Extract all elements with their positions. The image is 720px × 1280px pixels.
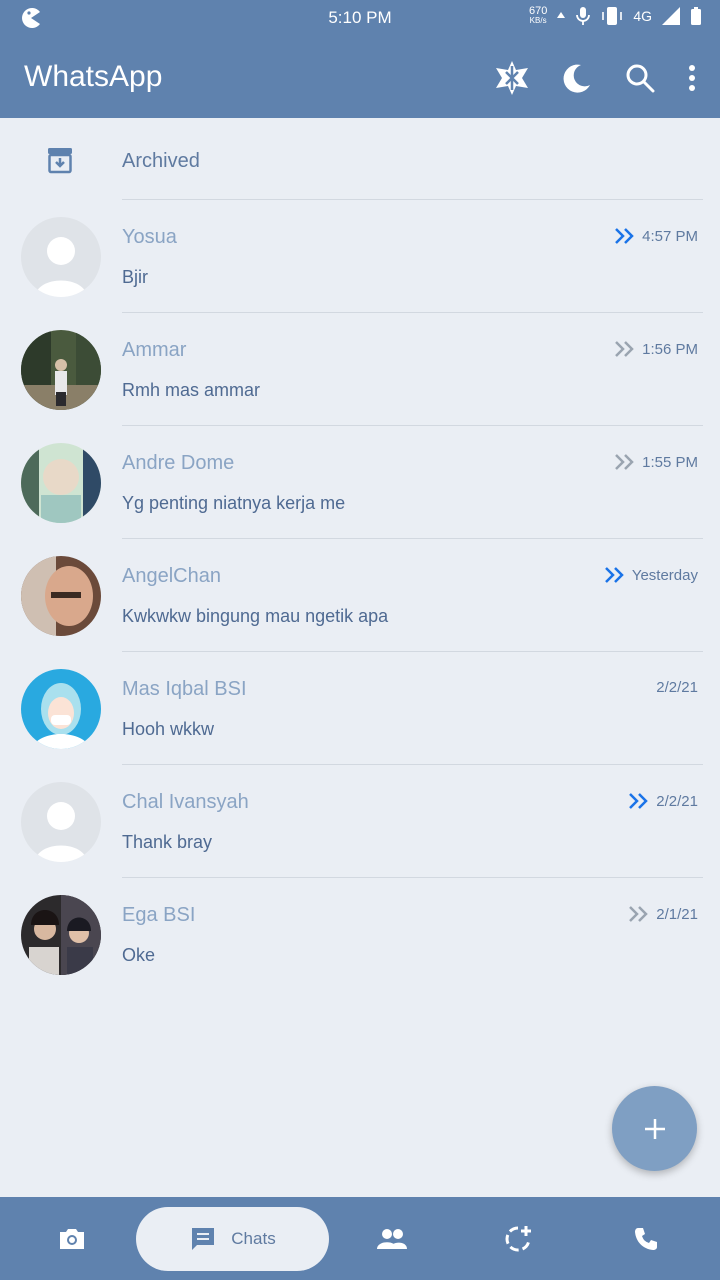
search-icon[interactable]: [618, 56, 662, 100]
avatar[interactable]: [21, 443, 101, 523]
delivered-tick-icon: [629, 906, 649, 922]
net-speed: 670 KB/s: [529, 6, 547, 26]
chat-message: Thank bray: [122, 832, 213, 852]
chat-time: 1:55 PM: [642, 453, 698, 471]
chat-meta: 1:55 PM: [614, 453, 698, 471]
chat-row[interactable]: AngelChan Yesterday Kwkwkw bingung mau n…: [0, 539, 720, 652]
chat-meta: 1:56 PM: [614, 340, 698, 358]
nav-chats-label: Chats: [231, 1229, 276, 1248]
microphone-icon: [576, 7, 591, 25]
avatar[interactable]: [21, 556, 101, 636]
status-add-icon: [505, 1225, 531, 1251]
chat-time: Yesterday: [631, 566, 698, 584]
chat-row[interactable]: Ammar 1:56 PM Rmh mas ammar: [0, 313, 720, 426]
app-bar: 5:10 PM 670 KB/s 4G WhatsApp: [0, 0, 720, 118]
chat-name: Chal Ivansyah: [122, 791, 249, 813]
chat-name: Mas Iqbal BSI: [122, 678, 247, 700]
phone-icon: [635, 1227, 657, 1250]
chat-meta: 4:57 PM: [614, 227, 698, 245]
status-bar: 5:10 PM 670 KB/s 4G: [0, 0, 720, 36]
avatar[interactable]: [21, 330, 101, 410]
chat-time: 2/2/21: [656, 679, 698, 696]
upload-arrow-icon: [557, 12, 566, 18]
chat-time: 1:56 PM: [642, 340, 698, 358]
bottom-nav: Chats: [0, 1197, 720, 1280]
plus-icon: [644, 1118, 665, 1139]
camera-icon: [60, 1228, 84, 1249]
chat-row[interactable]: Andre Dome 1:55 PM Yg penting niatnya ke…: [0, 426, 720, 539]
net-speed-unit: KB/s: [529, 16, 547, 25]
read-tick-icon: [629, 793, 649, 809]
chat-message: Bjir: [122, 267, 148, 287]
vibrate-icon: [602, 7, 623, 25]
new-chat-button[interactable]: [612, 1086, 697, 1171]
chat-name: Yosua: [122, 226, 177, 248]
chat-time: 2/2/21: [656, 792, 698, 810]
chat-row[interactable]: Yosua 4:57 PM Bjir: [0, 200, 720, 313]
archive-icon: [46, 146, 74, 179]
nav-calls[interactable]: [614, 1197, 678, 1280]
avatar[interactable]: [21, 669, 101, 749]
status-icons: 670 KB/s 4G: [529, 6, 702, 26]
read-tick-icon: [615, 228, 634, 244]
chat-list: Yosua 4:57 PM Bjir Ammar 1:56 PM Rmh mas…: [0, 200, 720, 991]
delivered-tick-icon: [615, 454, 634, 470]
chat-meta: 2/2/21: [656, 679, 698, 696]
avatar[interactable]: [21, 217, 101, 297]
chat-name: AngelChan: [122, 565, 221, 587]
chat-message: Oke: [122, 945, 156, 965]
nav-status[interactable]: [486, 1197, 550, 1280]
avatar[interactable]: [21, 782, 101, 862]
chat-row[interactable]: Chal Ivansyah 2/2/21 Thank bray: [0, 765, 720, 878]
read-tick-icon: [604, 567, 624, 583]
chat-time: 2/1/21: [656, 905, 698, 923]
chat-message: Kwkwkw bingung mau ngetik apa: [122, 606, 389, 626]
people-icon: [377, 1228, 407, 1249]
nav-chats[interactable]: Chats: [136, 1207, 329, 1271]
more-vert-icon[interactable]: [682, 56, 702, 100]
app-title: WhatsApp: [24, 60, 163, 93]
chat-message: Rmh mas ammar: [122, 380, 261, 400]
chat-name: Ammar: [122, 339, 187, 361]
chat-message: Yg penting niatnya kerja me: [122, 493, 346, 513]
chat-meta: 2/2/21: [628, 792, 698, 810]
chat-name: Andre Dome: [122, 452, 235, 474]
avatar[interactable]: [21, 895, 101, 975]
chat-time: 4:57 PM: [642, 227, 698, 245]
chat-message: Hooh wkkw: [122, 719, 215, 739]
delivered-tick-icon: [615, 341, 634, 357]
header-actions: [490, 56, 702, 100]
archived-label: Archived: [122, 150, 200, 172]
chats-icon: [192, 1228, 215, 1250]
network-type: 4G: [633, 8, 652, 24]
archived-row[interactable]: Archived: [0, 118, 720, 200]
airplane-mode-icon[interactable]: [490, 56, 534, 100]
battery-icon: [691, 7, 701, 25]
chat-row[interactable]: Mas Iqbal BSI 2/2/21 Hooh wkkw: [0, 652, 720, 765]
signal-icon: [662, 7, 680, 25]
nav-groups[interactable]: [360, 1197, 424, 1280]
chat-row[interactable]: Ega BSI 2/1/21 Oke: [0, 878, 720, 991]
chat-meta: Yesterday: [604, 566, 698, 584]
chat-name: Ega BSI: [122, 904, 196, 926]
chat-meta: 2/1/21: [628, 905, 698, 923]
nav-camera[interactable]: [40, 1197, 104, 1280]
moon-icon[interactable]: [554, 56, 598, 100]
